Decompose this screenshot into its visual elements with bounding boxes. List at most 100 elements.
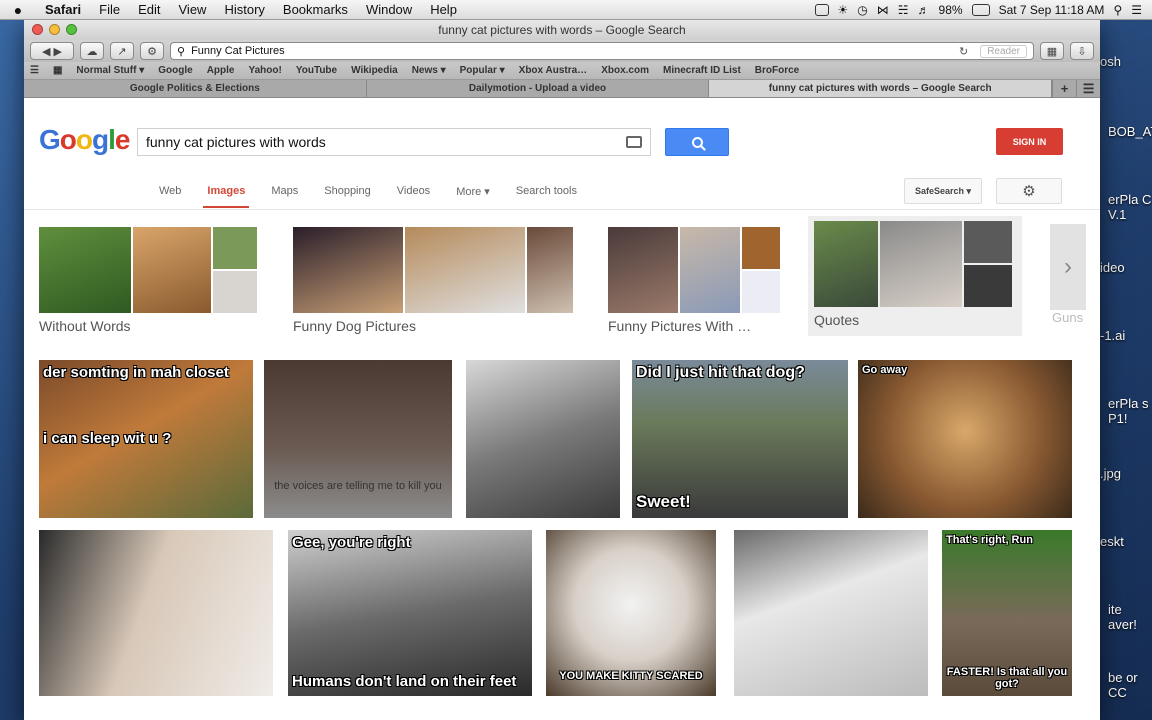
bookmarks-bar: ☰ ▦ Normal Stuff ▾ Google Apple Yahoo! Y…	[24, 62, 1100, 80]
menu-window[interactable]: Window	[357, 2, 421, 17]
related-thumb	[742, 227, 780, 269]
menu-help[interactable]: Help	[421, 2, 466, 17]
tab-google-politics[interactable]: Google Politics & Elections	[24, 80, 367, 97]
tab-google-search[interactable]: funny cat pictures with words – Google S…	[709, 80, 1053, 97]
bookmark-youtube[interactable]: YouTube	[296, 65, 337, 76]
top-sites-icon[interactable]: ▦	[53, 65, 62, 76]
image-result[interactable]	[734, 530, 928, 696]
gear-icon[interactable]: ⚙	[996, 178, 1062, 204]
tab-dailymotion[interactable]: Dailymotion - Upload a video	[367, 80, 710, 97]
icloud-tabs-button[interactable]: ☁	[80, 42, 104, 60]
desktop-item[interactable]: erPla s P1!	[1106, 396, 1152, 426]
share-button[interactable]: ↗	[110, 42, 134, 60]
menu-history[interactable]: History	[215, 2, 273, 17]
bookmark-broforce[interactable]: BroForce	[755, 65, 799, 76]
bookmark-normal-stuff[interactable]: Normal Stuff ▾	[76, 65, 144, 76]
google-search-button[interactable]	[665, 128, 729, 156]
related-search-funny-pictures-with[interactable]: Funny Pictures With …	[608, 222, 784, 342]
nav-search-tools[interactable]: Search tools	[503, 172, 590, 210]
nav-shopping[interactable]: Shopping	[311, 172, 384, 210]
status-time-machine-icon[interactable]: ◷	[857, 3, 867, 17]
nav-web[interactable]: Web	[146, 172, 194, 210]
sidebar-button[interactable]: ▦	[1040, 42, 1064, 60]
status-bluetooth-icon[interactable]: ⋈	[877, 3, 889, 17]
image-caption: Sweet!	[636, 492, 691, 511]
sign-in-button[interactable]: SIGN IN	[996, 128, 1063, 155]
bookmark-google[interactable]: Google	[158, 65, 192, 76]
menu-bookmarks[interactable]: Bookmarks	[274, 2, 357, 17]
bookmark-minecraft-id-list[interactable]: Minecraft ID List	[663, 65, 741, 76]
downloads-button[interactable]: ⇩	[1070, 42, 1094, 60]
bookmark-xbox[interactable]: Xbox.com	[601, 65, 649, 76]
address-bar[interactable]: ⚲ Funny Cat Pictures ↻ Reader	[170, 42, 1034, 60]
nav-images[interactable]: Images	[194, 172, 258, 210]
new-tab-button[interactable]: +	[1052, 80, 1076, 97]
nav-videos[interactable]: Videos	[384, 172, 443, 210]
desktop-item[interactable]: BOB_ATTY	[1106, 124, 1152, 139]
nav-more[interactable]: More ▾	[443, 172, 503, 210]
tab-overview-button[interactable]: ☰	[1076, 80, 1100, 97]
battery-icon[interactable]	[971, 3, 990, 16]
related-search-quotes[interactable]: Quotes	[808, 216, 1022, 336]
image-result[interactable]: the voices are telling me to kill you	[264, 360, 452, 518]
status-sync-icon[interactable]: ☀	[838, 3, 849, 17]
google-doodle-logo[interactable]: Google	[39, 124, 130, 156]
settings-gear-button[interactable]: ⚙	[140, 42, 164, 60]
bookmark-popular[interactable]: Popular ▾	[460, 65, 505, 76]
bookmark-xbox-australia[interactable]: Xbox Austra…	[519, 65, 588, 76]
image-result[interactable]: Gee, you're right Humans don't land on t…	[288, 530, 532, 696]
image-result[interactable]: Go away	[858, 360, 1072, 518]
related-next-button[interactable]: › Guns	[1050, 224, 1086, 325]
spotlight-search-icon[interactable]: ⚲	[1113, 3, 1122, 17]
minimize-window-button[interactable]	[49, 24, 60, 35]
wifi-icon[interactable]: ☵	[898, 3, 909, 17]
image-result[interactable]	[466, 360, 620, 518]
clock[interactable]: Sat 7 Sep 11:18 AM	[999, 3, 1105, 17]
back-forward-buttons[interactable]: ◀ ▶	[30, 42, 74, 60]
image-caption: FASTER! Is that all you got?	[946, 666, 1068, 690]
camera-icon[interactable]	[626, 136, 642, 148]
status-app-icon[interactable]	[814, 3, 829, 16]
desktop-item[interactable]: -1.ai	[1098, 328, 1152, 343]
related-thumb	[213, 271, 257, 313]
close-window-button[interactable]	[32, 24, 43, 35]
battery-percent[interactable]: 98%	[939, 3, 963, 17]
desktop-item[interactable]: ite aver!	[1106, 602, 1152, 632]
notification-list-icon[interactable]: ☰	[1131, 3, 1142, 17]
related-search-without-words[interactable]: Without Words	[39, 222, 259, 342]
nav-maps[interactable]: Maps	[258, 172, 311, 210]
image-result[interactable]: YOU MAKE KITTY SCARED	[546, 530, 716, 696]
volume-icon[interactable]: ♬	[918, 3, 930, 17]
apple-menu-icon[interactable]: ●	[0, 2, 36, 18]
related-search-funny-dog-pictures[interactable]: Funny Dog Pictures	[293, 222, 575, 342]
desktop-item[interactable]: erPla C V.1	[1106, 192, 1152, 222]
google-search-input[interactable]: funny cat pictures with words	[137, 128, 651, 156]
desktop-item[interactable]: ideo	[1098, 260, 1152, 275]
image-result[interactable]: Did I just hit that dog? Sweet!	[632, 360, 848, 518]
menu-app[interactable]: Safari	[36, 2, 90, 17]
menu-view[interactable]: View	[170, 2, 216, 17]
bookmark-yahoo[interactable]: Yahoo!	[248, 65, 281, 76]
menu-file[interactable]: File	[90, 2, 129, 17]
related-label: Funny Pictures With …	[608, 318, 752, 334]
safesearch-dropdown[interactable]: SafeSearch ▾	[904, 178, 982, 204]
reload-icon[interactable]: ↻	[953, 45, 974, 58]
window-title: funny cat pictures with words – Google S…	[438, 23, 686, 37]
related-label[interactable]: Guns	[1052, 310, 1083, 325]
bookmark-wikipedia[interactable]: Wikipedia	[351, 65, 398, 76]
menu-edit[interactable]: Edit	[129, 2, 169, 17]
image-result[interactable]: That's right, Run FASTER! Is that all yo…	[942, 530, 1072, 696]
bookmark-apple[interactable]: Apple	[207, 65, 235, 76]
image-result[interactable]: der somting in mah closet i can sleep wi…	[39, 360, 253, 518]
image-result[interactable]	[39, 530, 273, 696]
reading-list-icon[interactable]: ☰	[30, 65, 39, 76]
zoom-window-button[interactable]	[66, 24, 77, 35]
related-thumb	[133, 227, 211, 313]
desktop-item[interactable]: osh	[1098, 54, 1152, 69]
related-thumb	[880, 221, 962, 307]
bookmark-news[interactable]: News ▾	[412, 65, 446, 76]
desktop-item[interactable]: .jpg	[1098, 466, 1152, 481]
desktop-item[interactable]: eskt	[1098, 534, 1152, 549]
reader-button[interactable]: Reader	[980, 44, 1027, 58]
desktop-item[interactable]: be or CC	[1106, 670, 1152, 700]
